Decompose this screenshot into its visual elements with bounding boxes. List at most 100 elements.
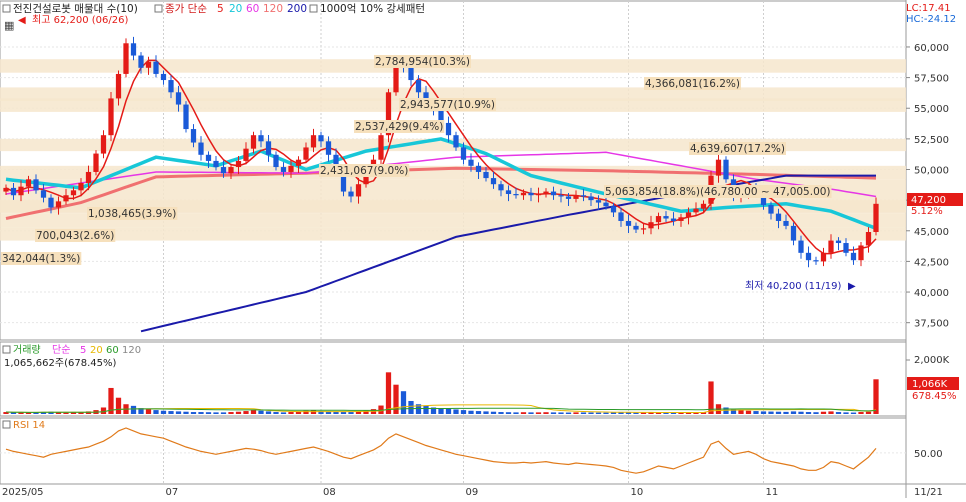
volume-bar [288, 412, 294, 414]
candle-body [280, 167, 287, 172]
candle-body [520, 192, 527, 196]
candle-body [265, 141, 272, 155]
candle-body [768, 205, 774, 214]
volume-bar [558, 412, 564, 414]
volume-bar [145, 409, 152, 414]
arrow-right-icon: ▶ [848, 281, 856, 292]
volume-bar [603, 412, 609, 414]
volume-bar [175, 411, 182, 414]
volume-bar [760, 411, 767, 414]
volume-bar [63, 412, 69, 414]
candle-body [100, 135, 107, 154]
candle-body [723, 159, 729, 180]
volume-bar [483, 411, 489, 414]
volume-bar [865, 411, 872, 414]
high-annotation: ◀ 최고 62,200 (06/26) [18, 14, 128, 26]
candle-body [640, 228, 647, 230]
volume-bar [843, 412, 849, 414]
current-change: 5.12% [911, 206, 943, 217]
volume-bar [805, 412, 812, 414]
volume-bar [250, 410, 257, 414]
low-label: 최저 40,200 (11/19) [745, 280, 841, 292]
candle-body [565, 196, 572, 199]
rsi-tick: 50.00 [914, 449, 943, 460]
volume-bar [205, 412, 212, 414]
candle-body [580, 195, 587, 197]
candle-body [123, 43, 129, 74]
candle-body [603, 202, 609, 207]
volume-bar [828, 411, 834, 414]
volume-bar [565, 412, 572, 414]
volume-bar [505, 412, 512, 414]
candle-body [183, 104, 189, 130]
candle-body [663, 216, 669, 219]
candle-body [558, 195, 564, 197]
candle-body [835, 240, 842, 244]
volume-bar [115, 397, 122, 414]
volume-bar [835, 412, 842, 414]
volume-bar [265, 411, 272, 414]
price-tick-label: 50,000 [914, 166, 949, 177]
candle-body [775, 213, 782, 221]
candle-body [468, 159, 474, 166]
volume-bar [850, 412, 857, 414]
candle-body [498, 184, 504, 191]
stock-chart[interactable]: 342,044(1.3%) 700,043(2.6%) 1,038,465(3.9%… [0, 0, 966, 498]
vol-ma5-label: 5 [80, 345, 86, 356]
candle-body [528, 192, 534, 196]
stock-title: 전진건설로봇 매물대 수(10) [13, 3, 138, 15]
candle-body [790, 225, 797, 241]
candle-body [138, 55, 144, 68]
volume-bar [498, 412, 504, 414]
chart-svg[interactable]: 342,044(1.3%) 700,043(2.6%) 1,038,465(3.9%… [0, 0, 966, 498]
candle-body [828, 240, 834, 253]
candle-body [153, 61, 159, 74]
candle-body [108, 98, 114, 136]
volume-bar [213, 412, 219, 414]
price-tick-label: 52,500 [914, 135, 949, 146]
volume-bar [580, 412, 587, 414]
candle-body [648, 222, 654, 229]
candle-body [33, 179, 39, 191]
volume-bar [490, 411, 497, 414]
volume-bar [460, 410, 467, 414]
volume-bar [528, 412, 534, 414]
volume-bar [475, 411, 482, 414]
rsi-label: RSI 14 [13, 420, 45, 431]
volume-bar [468, 410, 474, 414]
price-tick-label: 42,500 [914, 257, 949, 268]
time-tick-label: 11 [766, 487, 779, 498]
volume-bar [595, 412, 602, 414]
ma120-label: 120 [263, 3, 283, 15]
time-tick-label: 08 [323, 487, 336, 498]
time-tick-label: 2025/05 [2, 487, 44, 498]
volume-bar [445, 408, 452, 414]
volume-tick: 2,000K [914, 355, 950, 366]
candle-body [190, 129, 197, 143]
volume-ma-label: 단순 [52, 344, 70, 356]
volume-bar [190, 412, 197, 414]
volume-bar [198, 412, 204, 414]
grid-icon[interactable]: ▦ [4, 19, 14, 32]
candle-body [715, 159, 722, 176]
candle-body [798, 240, 804, 253]
volume-profile-label: 1,038,465(3.9%) [88, 208, 176, 220]
candle-body [25, 179, 32, 187]
volume-profile-label: 5,063,854(18.8%)(46,780.00 ~ 47,005.00) [605, 186, 831, 198]
lc-value: LC:17.41 [906, 3, 951, 14]
volume-bar [100, 407, 107, 414]
volume-bar [858, 412, 864, 414]
candle-body [85, 171, 92, 183]
volume-bar [610, 412, 617, 414]
volume-bar [588, 412, 594, 414]
candle-body [63, 195, 69, 202]
volume-bar [513, 412, 519, 414]
candle-body [213, 160, 219, 168]
volume-bar [873, 379, 879, 414]
volume-bar [738, 410, 744, 414]
candle-body [70, 190, 77, 196]
candle-body [348, 191, 354, 197]
candle-body [633, 225, 639, 230]
candle-body [655, 216, 662, 223]
candle-body [783, 220, 789, 226]
